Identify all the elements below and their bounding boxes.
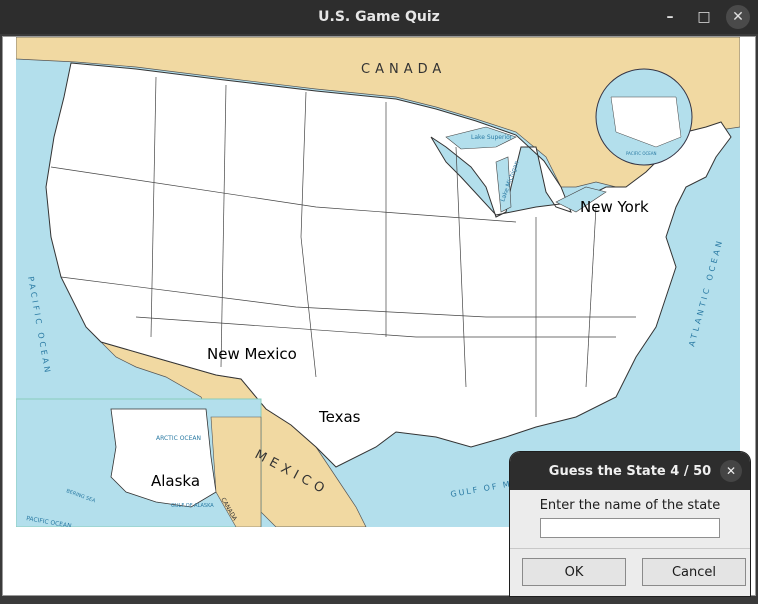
canada-label: CANADA [361, 62, 446, 77]
globe-pacific-label: PACIFIC OCEAN [626, 151, 657, 156]
state-label-alaska: Alaska [151, 472, 201, 490]
ok-button[interactable]: OK [522, 558, 626, 586]
alaska-land [110, 408, 217, 508]
cancel-button[interactable]: Cancel [642, 558, 746, 586]
state-name-input[interactable] [540, 518, 720, 538]
state-label-new-york: New York [580, 198, 649, 216]
gulf-of-alaska-label: GULF OF ALASKA [171, 503, 214, 509]
arctic-ocean-label: ARCTIC OCEAN [156, 435, 201, 442]
app-window: U.S. Game Quiz – □ ✕ CANADA MEXICO PACIF… [0, 0, 758, 604]
maximize-button[interactable]: □ [692, 5, 716, 29]
dialog-body: Enter the name of the state OK Cancel [510, 490, 750, 596]
guess-dialog: Guess the State 4 / 50 ✕ Enter the name … [510, 452, 750, 596]
state-label-new-mexico: New Mexico [207, 345, 297, 363]
window-title: U.S. Game Quiz [318, 9, 440, 25]
dialog-close-button[interactable]: ✕ [720, 460, 742, 482]
dialog-divider [510, 548, 750, 549]
title-bar: U.S. Game Quiz – □ ✕ [0, 0, 758, 34]
state-label-texas: Texas [319, 408, 361, 426]
close-button[interactable]: ✕ [726, 5, 750, 29]
dialog-prompt: Enter the name of the state [539, 498, 721, 513]
minimize-button[interactable]: – [658, 5, 682, 29]
lake-superior-label: Lake Superior [471, 134, 513, 141]
dialog-title: Guess the State 4 / 50 [510, 452, 750, 490]
window-controls: – □ ✕ [658, 0, 750, 34]
